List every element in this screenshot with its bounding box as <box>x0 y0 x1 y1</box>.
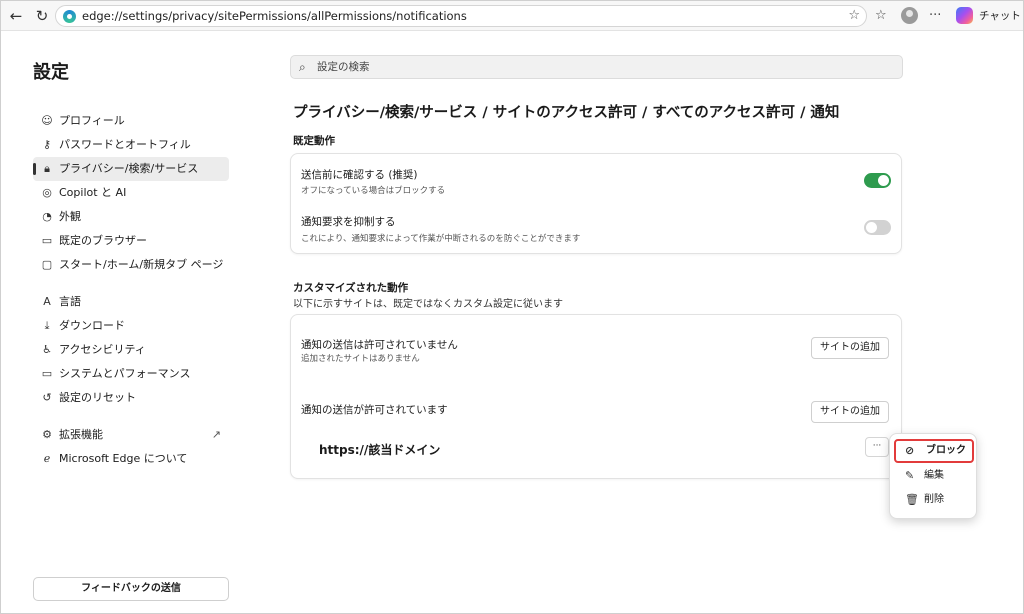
search-icon: ⌕ <box>299 60 306 74</box>
sidebar-item-copilot[interactable]: ◎ Copilot と AI <box>33 181 229 205</box>
download-icon: ⤓ <box>44 319 50 332</box>
sidebar-item-label: スタート/ホーム/新規タブ ページ <box>59 258 224 271</box>
sidebar-item-start-home[interactable]: ▢ スタート/ホーム/新規タブ ページ <box>33 253 229 277</box>
feedback-button[interactable]: フィードバックの送信 <box>33 577 229 601</box>
browser-toolbar: ← ↻ edge://settings/privacy/sitePermissi… <box>1 1 1023 31</box>
copilot-icon: ◎ <box>42 186 52 199</box>
allowed-section-title: 通知の送信が許可されています <box>301 404 448 416</box>
key-icon: ⚷ <box>42 138 52 151</box>
add-blocked-site-button[interactable]: サイトの追加 <box>811 337 889 359</box>
ask-before-sending-toggle[interactable] <box>864 173 891 188</box>
sidebar-item-extensions[interactable]: ⚙ 拡張機能 ↗ <box>33 423 229 447</box>
address-url: edge://settings/privacy/sitePermissions/… <box>82 9 467 23</box>
breadcrumb: プライバシー/検索/サービス / サイトのアクセス許可 / すべてのアクセス許可… <box>293 105 840 121</box>
browser-icon: ▭ <box>41 234 53 247</box>
allowed-site-url: https://該当ドメイン <box>319 443 441 457</box>
external-link-icon: ↗ <box>211 428 221 441</box>
language-icon: A <box>43 295 51 308</box>
site-more-actions-button[interactable]: ··· <box>865 437 889 457</box>
sidebar-item-label: 拡張機能 <box>59 428 103 441</box>
favorite-star-icon[interactable]: ☆ <box>848 6 860 26</box>
edge-logo-icon: ℯ <box>43 452 51 465</box>
menu-item-delete[interactable]: 🗑︎ 削除 <box>894 488 974 512</box>
menu-item-edit[interactable]: ✎ 編集 <box>894 464 974 488</box>
sidebar-item-default-browser[interactable]: ▭ 既定のブラウザー <box>33 229 229 253</box>
custom-behavior-subheading: 以下に示すサイトは、既定ではなくカスタム設定に従います <box>293 299 563 310</box>
site-context-menu: ⊘ ブロック ✎ 編集 🗑︎ 削除 <box>889 433 977 519</box>
chat-button[interactable]: チャット <box>979 8 1021 23</box>
sidebar-item-languages[interactable]: A 言語 <box>33 290 229 314</box>
edge-site-icon <box>63 10 76 23</box>
sidebar-item-label: プロフィール <box>59 114 125 127</box>
sidebar-item-label: 既定のブラウザー <box>59 234 147 247</box>
search-placeholder: 設定の検索 <box>317 61 370 73</box>
sidebar-item-label: ダウンロード <box>59 319 125 332</box>
sidebar-item-label: 言語 <box>59 295 81 308</box>
home-tab-icon: ▢ <box>41 258 53 271</box>
sidebar-item-passwords[interactable]: ⚷ パスワードとオートフィル <box>33 133 229 157</box>
ask-before-sending-title: 送信前に確認する (推奨) <box>301 169 418 181</box>
quiet-requests-title: 通知要求を抑制する <box>301 216 396 228</box>
favorites-icon[interactable]: ☆ <box>875 7 887 25</box>
settings-title: 設定 <box>33 62 69 83</box>
blocked-section-title: 通知の送信は許可されていません <box>301 339 458 351</box>
address-bar[interactable]: edge://settings/privacy/sitePermissions/… <box>55 5 867 27</box>
palette-icon: ◔ <box>42 210 52 223</box>
custom-behavior-heading: カスタマイズされた動作 <box>293 282 409 294</box>
ask-before-sending-desc: オフになっている場合はブロックする <box>301 186 446 196</box>
extensions-icon: ⚙ <box>42 428 52 441</box>
menu-item-label: 削除 <box>924 494 944 505</box>
blocked-section-desc: 追加されたサイトはありません <box>301 354 420 364</box>
sidebar-item-system[interactable]: ▭ システムとパフォーマンス <box>33 362 229 386</box>
default-behavior-heading: 既定動作 <box>293 135 335 147</box>
sidebar-item-downloads[interactable]: ⤓ ダウンロード <box>33 314 229 338</box>
settings-sidebar: 設定 ☺ プロフィール ⚷ パスワードとオートフィル 🔒︎ プライバシー/検索/… <box>1 32 261 612</box>
refresh-icon[interactable]: ↻ <box>33 7 51 25</box>
sidebar-item-label: システムとパフォーマンス <box>59 367 191 380</box>
quiet-requests-desc: これにより、通知要求によって作業が中断されるのを防ぐことができます <box>301 234 581 244</box>
toggle-knob <box>866 222 877 233</box>
accessibility-icon: ♿︎ <box>42 343 52 356</box>
sidebar-item-label: アクセシビリティ <box>59 343 146 356</box>
block-icon: ⊘ <box>905 444 915 457</box>
sidebar-item-appearance[interactable]: ◔ 外観 <box>33 205 229 229</box>
sidebar-item-about[interactable]: ℯ Microsoft Edge について <box>33 447 229 471</box>
sidebar-item-accessibility[interactable]: ♿︎ アクセシビリティ <box>33 338 229 362</box>
menu-item-block[interactable]: ⊘ ブロック <box>894 439 974 463</box>
avatar[interactable] <box>901 7 918 24</box>
sidebar-item-label: Microsoft Edge について <box>59 452 188 465</box>
laptop-icon: ▭ <box>41 367 53 380</box>
sidebar-item-label: 外観 <box>59 210 81 223</box>
copilot-logo-icon[interactable] <box>956 7 973 24</box>
back-arrow-icon[interactable]: ← <box>7 7 25 25</box>
sidebar-item-label: プライバシー/検索/サービス <box>59 162 199 175</box>
lock-icon: 🔒︎ <box>44 162 50 175</box>
add-allowed-site-button[interactable]: サイトの追加 <box>811 401 889 423</box>
settings-search-input[interactable]: ⌕ 設定の検索 <box>290 55 903 79</box>
sidebar-item-label: Copilot と AI <box>59 186 127 199</box>
more-menu-icon[interactable]: ··· <box>929 7 941 25</box>
sidebar-item-profile[interactable]: ☺ プロフィール <box>33 109 229 133</box>
toggle-knob <box>878 175 889 186</box>
profile-icon: ☺ <box>41 114 53 127</box>
quiet-requests-toggle[interactable] <box>864 220 891 235</box>
custom-behavior-card: 通知の送信は許可されていません 追加されたサイトはありません サイトの追加 通知… <box>290 314 902 479</box>
sidebar-item-reset[interactable]: ↺ 設定のリセット <box>33 386 229 410</box>
menu-item-label: ブロック <box>926 445 966 456</box>
reset-icon: ↺ <box>42 391 52 404</box>
trash-icon: 🗑︎ <box>905 493 919 506</box>
default-behavior-card: 送信前に確認する (推奨) オフになっている場合はブロックする 通知要求を抑制す… <box>290 153 902 254</box>
menu-item-label: 編集 <box>924 470 944 481</box>
sidebar-item-label: 設定のリセット <box>59 391 136 404</box>
sidebar-item-privacy[interactable]: 🔒︎ プライバシー/検索/サービス <box>33 157 229 181</box>
pencil-icon: ✎ <box>905 469 915 482</box>
sidebar-item-label: パスワードとオートフィル <box>59 138 191 151</box>
